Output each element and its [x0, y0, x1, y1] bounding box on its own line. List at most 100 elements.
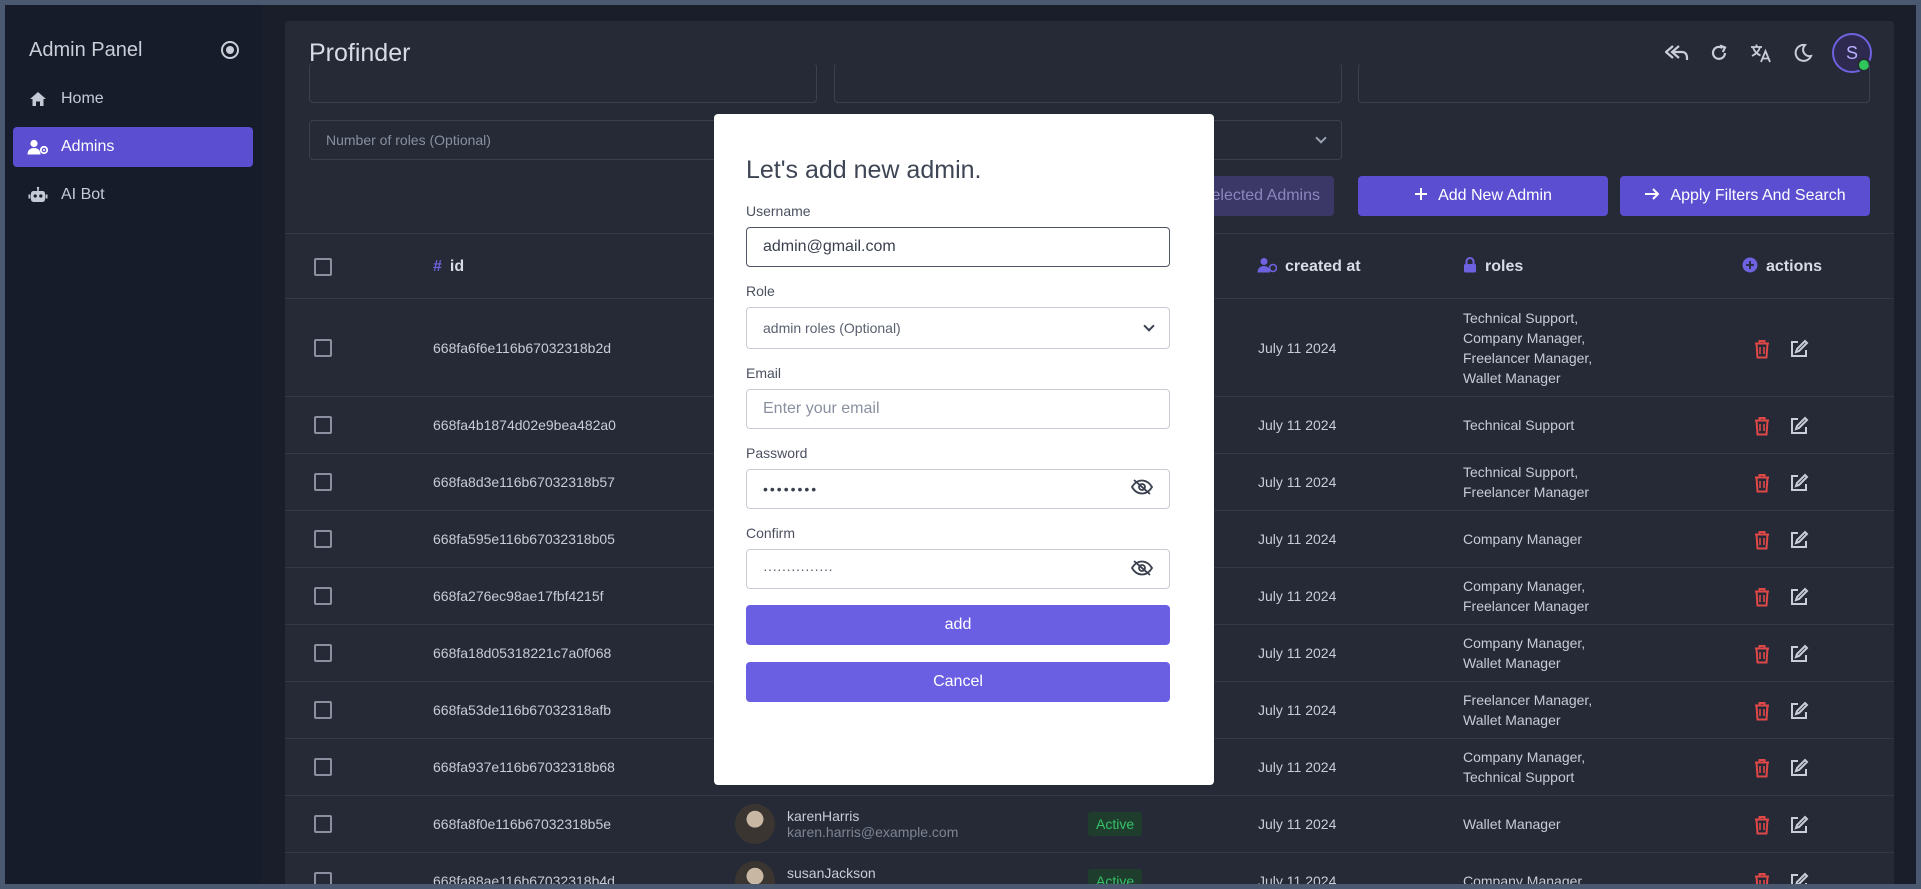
role-item: Technical Support [1463, 417, 1575, 433]
sidebar-toggle-icon[interactable] [221, 41, 239, 59]
sidebar-item-admins[interactable]: Admins [13, 127, 253, 167]
trash-icon[interactable] [1753, 530, 1771, 550]
trash-icon[interactable] [1753, 815, 1771, 835]
table-row[interactable]: 668fa8f0e116b67032318b5e karenHarris karen… [285, 796, 1894, 853]
trash-icon[interactable] [1753, 644, 1771, 664]
chevron-down-icon [1315, 132, 1327, 144]
row-checkbox[interactable] [314, 758, 332, 776]
trash-icon[interactable] [1753, 701, 1771, 721]
created-at-cell: July 11 2024 [1258, 702, 1337, 718]
lock-icon [1463, 256, 1477, 278]
password-input[interactable]: •••••••• [746, 469, 1170, 509]
row-checkbox-cell [314, 568, 332, 624]
roles-cell: Freelancer Manager, Wallet Manager [1463, 682, 1592, 738]
roles-list: Technical Support [1463, 415, 1574, 435]
actions-cell [1753, 682, 1809, 738]
user-cell: susanJacksonsusan.jackson@example.com [735, 853, 973, 884]
home-icon [27, 91, 49, 107]
actions-cell [1753, 625, 1809, 681]
role-item: Company Manager [1463, 873, 1583, 884]
trash-icon[interactable] [1753, 758, 1771, 778]
row-checkbox[interactable] [314, 587, 332, 605]
column-header-created-at[interactable]: created at [1257, 234, 1361, 300]
roles-list: Technical Support, Company Manager, Freela… [1463, 308, 1592, 388]
add-button[interactable]: add [746, 605, 1170, 645]
add-new-admin-button[interactable]: Add New Admin [1358, 176, 1608, 216]
username-text: susanJackson [787, 865, 876, 881]
created-at-cell: July 11 2024 [1258, 588, 1337, 604]
id-cell: 668fa18d05318221c7a0f068 [433, 645, 612, 661]
row-checkbox[interactable] [314, 338, 332, 357]
roles-cell: Company Manager, Technical Support [1463, 739, 1585, 795]
roles-list: Freelancer Manager, Wallet Manager [1463, 690, 1592, 730]
id-cell: 668fa937e116b67032318b68 [433, 759, 615, 775]
email-input[interactable]: Enter your email [746, 389, 1170, 429]
column-header-id[interactable]: # id [433, 234, 464, 300]
row-checkbox[interactable] [314, 473, 332, 491]
edit-icon[interactable] [1789, 530, 1809, 548]
roles-cell: Company Manager [1463, 853, 1582, 884]
robot-icon [27, 187, 49, 203]
app-window: Admin Panel Home Admins AI Bot Profinder… [5, 5, 1916, 884]
row-checkbox[interactable] [314, 530, 332, 548]
role-item: Company Manager, [1463, 578, 1586, 594]
trash-icon[interactable] [1753, 339, 1771, 358]
trash-icon[interactable] [1753, 416, 1771, 436]
edit-icon[interactable] [1789, 701, 1809, 719]
sidebar-header: Admin Panel [5, 5, 261, 65]
edit-icon[interactable] [1789, 416, 1809, 434]
column-header-roles[interactable]: roles [1463, 234, 1523, 300]
trash-icon[interactable] [1753, 872, 1771, 884]
email-placeholder: Enter your email [763, 400, 880, 417]
apply-filters-button[interactable]: Apply Filters And Search [1620, 176, 1870, 216]
cancel-button[interactable]: Cancel [746, 662, 1170, 702]
edit-icon[interactable] [1789, 339, 1809, 357]
role-item: Company Manager [1463, 531, 1583, 547]
role-label: Role [746, 283, 775, 299]
role-item: Wallet Manager [1463, 369, 1561, 386]
trash-icon[interactable] [1753, 587, 1771, 607]
filter-field[interactable] [1358, 63, 1870, 103]
username-label: Username [746, 203, 811, 219]
roles-cell: Technical Support, Freelancer Manager [1463, 454, 1589, 510]
sidebar-item-home[interactable]: Home [13, 79, 253, 119]
edit-icon[interactable] [1789, 587, 1809, 605]
id-cell: 668fa8f0e116b67032318b5e [433, 816, 612, 832]
roles-list: Company Manager [1463, 871, 1582, 884]
row-checkbox[interactable] [314, 644, 332, 662]
edit-icon[interactable] [1789, 644, 1809, 662]
select-all-checkbox-cell [314, 234, 332, 300]
confirm-password-input[interactable]: ··············· [746, 549, 1170, 589]
eye-slash-icon[interactable] [1130, 559, 1154, 579]
actions-cell [1753, 853, 1809, 884]
trash-icon[interactable] [1753, 473, 1771, 493]
filter-field[interactable] [309, 63, 817, 103]
edit-icon[interactable] [1789, 473, 1809, 491]
role-placeholder: admin roles (Optional) [763, 320, 901, 336]
edit-icon[interactable] [1789, 815, 1809, 833]
arrow-right-icon [1644, 187, 1660, 206]
username-input[interactable]: admin@gmail.com [746, 227, 1170, 267]
actions-cell [1753, 397, 1809, 453]
table-row[interactable]: 668fa88ae116b67032318b4d susanJacksonsusa… [285, 853, 1894, 884]
row-checkbox[interactable] [314, 872, 332, 884]
role-select[interactable]: admin roles (Optional) [746, 307, 1170, 349]
actions-cell [1753, 454, 1809, 510]
filter-field[interactable] [834, 63, 1342, 103]
role-item: Freelancer Manager [1463, 484, 1590, 500]
row-checkbox[interactable] [314, 701, 332, 719]
edit-icon[interactable] [1789, 872, 1809, 884]
row-checkbox[interactable] [314, 416, 332, 434]
edit-icon[interactable] [1789, 758, 1809, 776]
row-checkbox[interactable] [314, 815, 332, 833]
role-item: Company Manager, [1463, 635, 1586, 651]
roles-list: Company Manager, Freelancer Manager [1463, 576, 1589, 616]
eye-slash-icon[interactable] [1130, 478, 1154, 500]
sidebar-item-ai-bot[interactable]: AI Bot [13, 175, 253, 215]
row-checkbox-cell [314, 299, 332, 396]
roles-list: Company Manager, Wallet Manager [1463, 633, 1585, 673]
role-item: Company Manager, [1463, 329, 1586, 346]
roles-cell: Company Manager, Freelancer Manager [1463, 568, 1589, 624]
actions-cell [1753, 568, 1809, 624]
select-all-checkbox[interactable] [314, 258, 332, 276]
